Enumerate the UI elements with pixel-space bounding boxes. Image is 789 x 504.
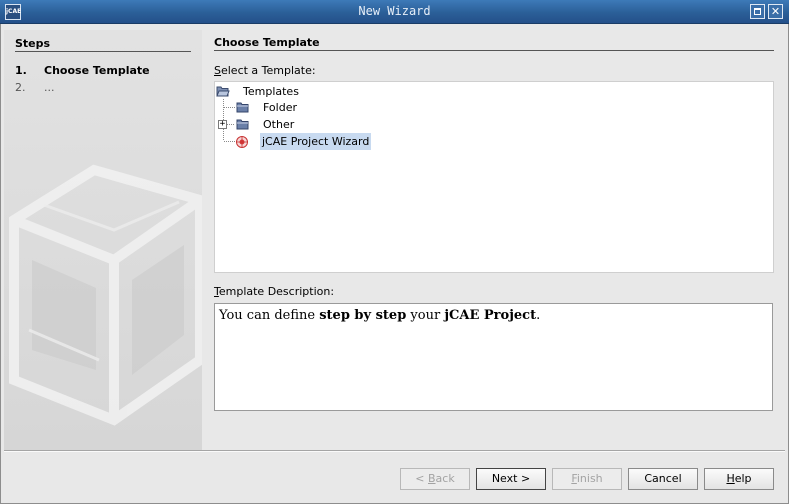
step-label: ... [44,81,55,94]
steps-panel: Steps 1. Choose Template 2.... [4,30,202,450]
back-button[interactable]: < Back [400,468,470,490]
open-folder-icon [216,86,230,97]
tree-node-label: Folder [263,101,297,114]
cancel-button[interactable]: Cancel [628,468,698,490]
maximize-icon [754,8,761,15]
button-bar-divider-highlight [4,451,785,452]
steps-divider [15,51,191,52]
close-icon: ✕ [770,5,781,18]
maximize-button[interactable] [750,4,765,19]
step-number: 1. [15,64,27,77]
step-label: Choose Template [44,64,150,77]
window-title: New Wizard [358,4,431,18]
close-button[interactable]: ✕ [768,4,783,19]
tree-node-label: Templates [243,85,299,98]
tree-node-label: jCAE Project Wizard [260,133,372,150]
title-divider [214,50,774,51]
step-item-1: 1. Choose Template [15,64,150,77]
step-item-2: 2.... [15,81,55,94]
template-description-text: You can define step by step your jCAE Pr… [214,303,773,411]
expand-icon[interactable]: + [218,120,227,129]
folder-icon [236,102,249,113]
finish-button[interactable]: Finish [552,468,622,490]
step-number: 2. [15,81,26,94]
select-template-label: Select a Template: [214,64,316,77]
next-button[interactable]: Next > [476,468,546,490]
help-button[interactable]: Help [704,468,774,490]
template-description-label: Template Description: [214,285,335,298]
steps-title: Steps [15,37,51,50]
title-bar[interactable]: jCAE New Wizard ✕ [0,0,789,24]
folder-icon [236,119,249,130]
jcae-wizard-icon [236,136,248,148]
tree-node-label: Other [263,118,295,131]
template-tree[interactable]: Templates Folder + Other jCAE Project Wi… [214,81,774,273]
page-title: Choose Template [214,36,320,49]
